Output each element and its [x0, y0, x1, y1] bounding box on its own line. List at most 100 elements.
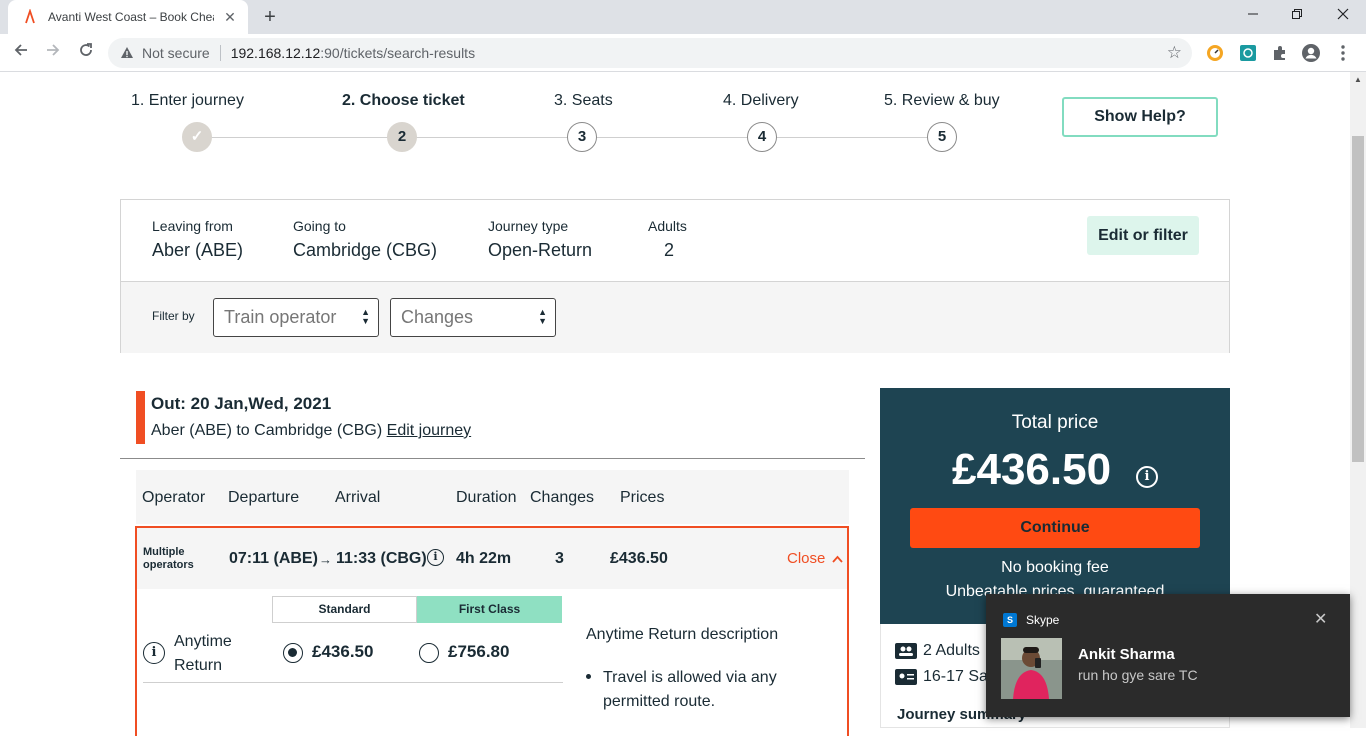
skype-notification[interactable]: S Skype ✕ Ankit Sharma run ho gye sare T…: [986, 594, 1350, 717]
avanti-favicon-icon: [25, 9, 35, 24]
header-prices: Prices: [620, 489, 665, 506]
no-booking-fee-text: No booking fee: [1001, 559, 1109, 576]
step-4-circle: 4: [747, 122, 777, 152]
passengers-row: 2 Adults: [895, 642, 980, 660]
sender-avatar: [1001, 638, 1062, 699]
url-path: :90/tickets/search-results: [320, 45, 476, 61]
operator-cell: Multiple operators: [143, 546, 194, 572]
changes-select-value: Changes: [401, 307, 474, 327]
notification-sender: Ankit Sharma: [1078, 646, 1175, 663]
total-price-label: Total price: [1011, 412, 1099, 433]
outbound-route-text: Aber (ABE) to Cambridge (CBG): [151, 422, 383, 439]
profile-avatar-icon[interactable]: [1301, 43, 1321, 63]
tab-standard[interactable]: Standard: [272, 596, 417, 623]
journey-type-value: Open-Return: [488, 240, 593, 260]
tab-close-icon[interactable]: ✕: [222, 9, 238, 26]
train-operator-select-value: Train operator: [224, 307, 337, 327]
operator-line-1: Multiple: [143, 546, 185, 558]
standard-fare-radio[interactable]: [283, 643, 303, 663]
restore-icon[interactable]: [1286, 6, 1308, 26]
step-3-label: 3. Seats: [554, 92, 613, 109]
fare-description-title: Anytime Return description: [586, 626, 779, 643]
fare-name-line-2: Return: [174, 657, 223, 674]
skype-logo-icon: S: [1003, 613, 1017, 627]
edit-journey-link[interactable]: Edit journey: [387, 422, 472, 439]
notification-app-name: Skype: [1026, 613, 1060, 627]
fare-description-item: Travel is allowed via any permitted rout…: [603, 669, 777, 710]
header-changes: Changes: [530, 489, 595, 506]
passengers-icon: [895, 643, 917, 659]
url-host: 192.168.12.12: [230, 45, 321, 61]
step-5-label: 5. Review & buy: [884, 92, 1000, 109]
train-operator-select[interactable]: Train operator ▲ ▼: [213, 298, 379, 337]
price-cell: £436.50: [610, 550, 668, 567]
browser-menu-icon[interactable]: [1333, 43, 1353, 63]
back-icon[interactable]: [10, 42, 32, 64]
extensions-puzzle-icon[interactable]: [1270, 43, 1290, 63]
scrollbar-thumb[interactable]: [1352, 136, 1364, 462]
extension-gauge-icon[interactable]: [1205, 43, 1225, 63]
step-1-check-icon[interactable]: ✓: [182, 122, 212, 152]
tab-first-class[interactable]: First Class: [417, 596, 562, 623]
leaving-from-value: Aber (ABE): [152, 240, 244, 260]
journey-type-field: Journey type Open-Return: [488, 218, 592, 261]
leaving-from-label: Leaving from: [152, 218, 233, 234]
changes-cell: 3: [555, 550, 564, 567]
close-window-icon[interactable]: [1332, 6, 1354, 26]
fare-info-icon[interactable]: i: [143, 642, 165, 664]
price-info-icon[interactable]: i: [1136, 466, 1158, 488]
show-help-button[interactable]: Show Help?: [1062, 97, 1218, 137]
edit-or-filter-button[interactable]: Edit or filter: [1087, 216, 1199, 255]
fare-name-line-1: Anytime: [174, 633, 232, 650]
header-departure: Departure: [228, 489, 300, 506]
select-arrows-icon: ▲ ▼: [361, 307, 370, 326]
results-table-header: Operator Departure Arrival Duration Chan…: [136, 470, 849, 524]
header-duration: Duration: [456, 489, 517, 506]
adults-value: 2: [664, 240, 675, 260]
close-row-label: Close: [787, 550, 826, 567]
arrival-cell: 11:33 (CBG): [336, 550, 427, 567]
journey-type-label: Journey type: [488, 218, 569, 234]
duration-cell: 4h 22m: [456, 550, 512, 567]
outbound-title: Out: 20 Jan,Wed, 2021: [151, 394, 332, 413]
new-tab-button[interactable]: +: [260, 6, 280, 28]
total-price-panel: Total price £436.50 i Continue No bookin…: [880, 388, 1230, 624]
address-bar[interactable]: Not secure 192.168.12.12 :90/tickets/sea…: [108, 38, 1192, 68]
railcard-icon: [895, 669, 917, 685]
bookmark-star-icon[interactable]: ☆: [1167, 43, 1182, 63]
railcard-text: 16-17 Sav: [923, 668, 996, 685]
minimize-icon[interactable]: [1242, 6, 1264, 26]
table-row[interactable]: Multiple operators 07:11 (ABE) → 11:33 (…: [137, 528, 847, 589]
browser-toolbar: Not secure 192.168.12.12 :90/tickets/sea…: [0, 34, 1366, 72]
departure-cell: 07:11 (ABE): [229, 550, 318, 567]
journey-info-icon[interactable]: i: [427, 549, 444, 566]
security-label[interactable]: Not secure: [142, 45, 210, 61]
url-separator: [219, 45, 221, 61]
browser-tab[interactable]: Avanti West Coast – Book Cheap ✕: [8, 0, 248, 34]
going-to-value: Cambridge (CBG): [293, 240, 438, 260]
header-operator: Operator: [142, 489, 206, 506]
warning-icon: [121, 47, 133, 58]
scroll-up-arrow-icon[interactable]: ▲: [1350, 72, 1366, 88]
changes-select[interactable]: Changes ▲ ▼: [390, 298, 556, 337]
first-class-fare-radio[interactable]: [419, 643, 439, 663]
adults-field: Adults 2: [648, 218, 687, 261]
step-3-circle: 3: [567, 122, 597, 152]
fare-name: Anytime Return: [174, 630, 232, 678]
continue-button[interactable]: Continue: [910, 508, 1200, 548]
close-row-button[interactable]: Close: [787, 550, 843, 567]
outbound-accent-bar: [136, 391, 145, 444]
browser-tabbar: Avanti West Coast – Book Cheap ✕ +: [0, 0, 1366, 34]
step-2-circle: 2: [387, 122, 417, 152]
extension-teal-icon[interactable]: [1238, 43, 1258, 63]
step-1-label[interactable]: 1. Enter journey: [131, 92, 244, 110]
forward-icon[interactable]: [42, 42, 64, 64]
fare-divider: [143, 682, 563, 683]
going-to-field: Going to Cambridge (CBG): [293, 218, 437, 261]
fare-class-tabs: Standard First Class: [272, 596, 562, 623]
filter-by-label: Filter by: [152, 309, 195, 323]
reload-icon[interactable]: [75, 42, 97, 64]
tab-title: Avanti West Coast – Book Cheap: [48, 10, 214, 24]
notification-close-icon[interactable]: ✕: [1314, 609, 1327, 629]
step-2-label: 2. Choose ticket: [342, 92, 465, 109]
